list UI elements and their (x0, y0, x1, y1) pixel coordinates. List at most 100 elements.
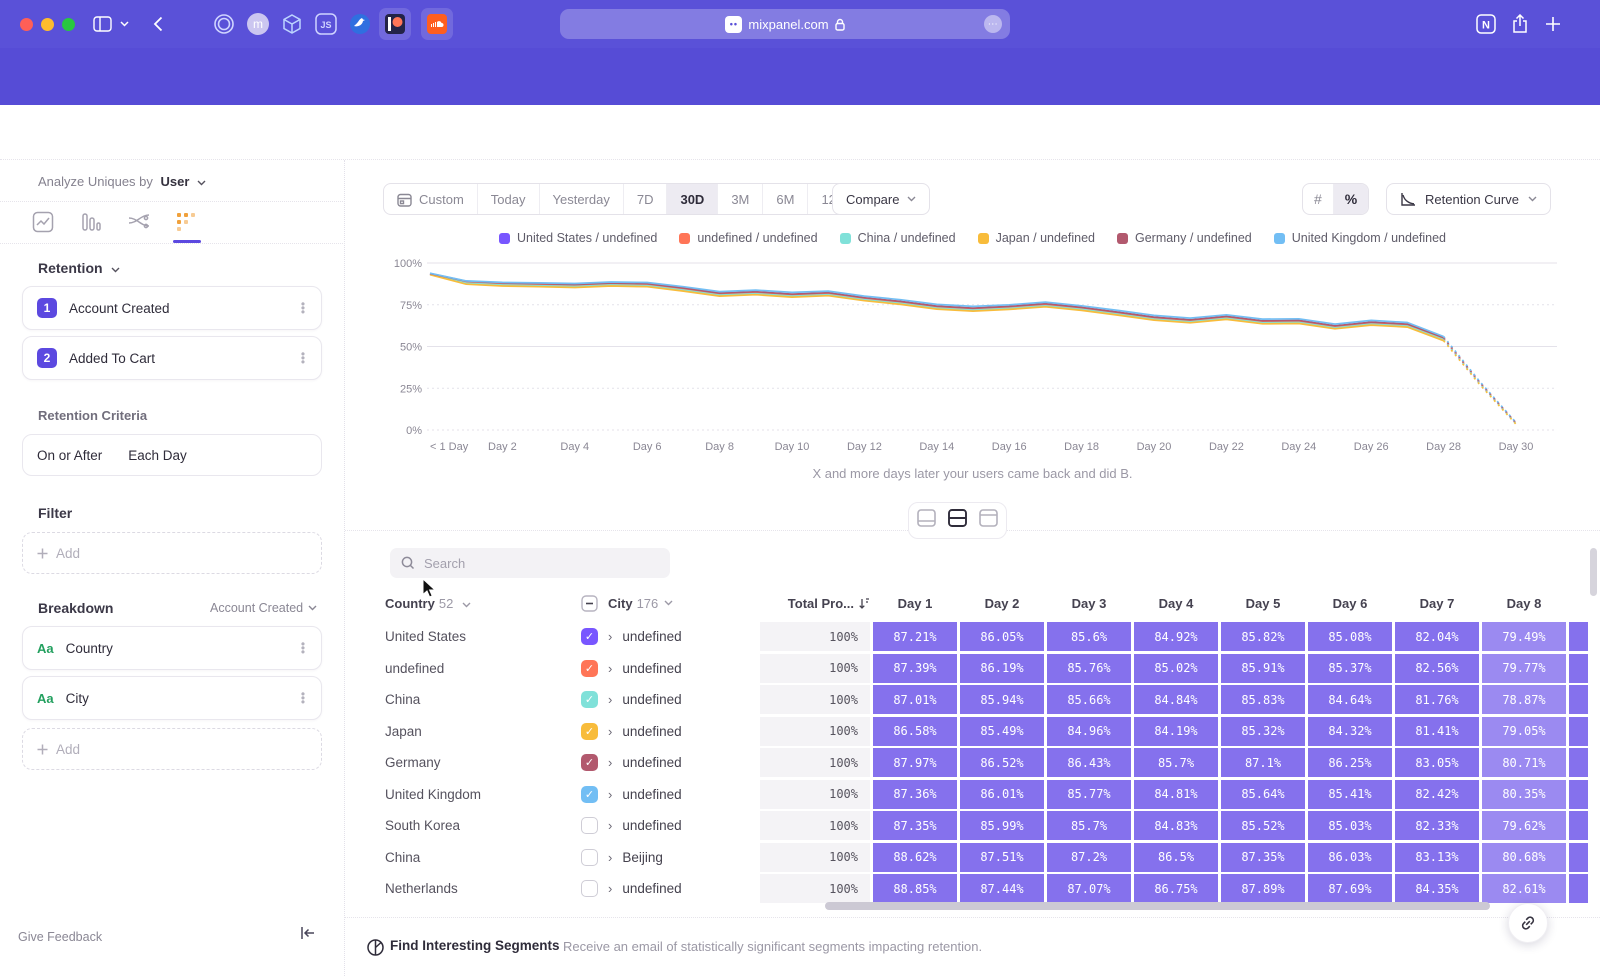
retention-cell[interactable]: 84.84% (1134, 685, 1218, 714)
close-window-button[interactable] (20, 18, 33, 31)
retention-cell[interactable]: 86.19% (960, 654, 1044, 683)
range-3m[interactable]: 3M (718, 184, 763, 214)
retention-cell[interactable]: 82.33% (1395, 811, 1479, 840)
collapse-sidebar-icon[interactable] (300, 926, 316, 945)
retention-cell[interactable]: 87.89% (1221, 874, 1305, 903)
tab-flows[interactable] (126, 207, 152, 237)
target-icon[interactable] (212, 12, 236, 36)
retention-cell[interactable]: 87.51% (960, 843, 1044, 872)
retention-cell[interactable]: 87.2% (1047, 843, 1131, 872)
horizontal-scrollbar[interactable] (825, 902, 1490, 910)
row-checkbox[interactable] (581, 849, 598, 866)
retention-cell[interactable]: 80.71% (1482, 748, 1566, 777)
m-avatar-icon[interactable]: m (246, 12, 270, 36)
retention-cell[interactable]: 86.75% (1134, 874, 1218, 903)
criteria-each-day[interactable]: Each Day (128, 448, 187, 463)
day-column-header[interactable]: Day 1 (873, 596, 957, 611)
retention-section-header[interactable]: Retention (38, 260, 120, 276)
retention-cell[interactable]: 80.35% (1482, 780, 1566, 809)
retention-cell[interactable]: 85.7% (1134, 748, 1218, 777)
retention-cell[interactable]: 87.07% (1047, 874, 1131, 903)
retention-cell[interactable]: 87.21% (873, 622, 957, 651)
retention-cell[interactable]: 88.85% (873, 874, 957, 903)
chart-type-selector[interactable]: Retention Curve (1386, 183, 1551, 215)
series-line[interactable] (1444, 337, 1516, 423)
legend-item[interactable]: Germany / undefined (1117, 231, 1252, 245)
analyze-value[interactable]: User (161, 174, 190, 189)
retention-cell[interactable]: 87.44% (960, 874, 1044, 903)
retention-cell[interactable]: 87.1% (1221, 748, 1305, 777)
kebab-menu-icon[interactable]: ••• (297, 352, 309, 364)
retention-cell[interactable]: 85.66% (1047, 685, 1131, 714)
retention-cell[interactable]: 79.77% (1482, 654, 1566, 683)
legend-item[interactable]: China / undefined (840, 231, 956, 245)
range-today[interactable]: Today (478, 184, 540, 214)
retention-cell[interactable]: 85.03% (1308, 811, 1392, 840)
notion-icon[interactable]: N (1474, 12, 1498, 36)
url-bar[interactable]: •• mixpanel.com ⋯ (560, 9, 1010, 39)
retention-cell[interactable]: 85.02% (1134, 654, 1218, 683)
retention-cell[interactable]: 87.69% (1308, 874, 1392, 903)
row-checkbox[interactable]: ✓ (581, 754, 598, 771)
chevron-down-icon[interactable] (117, 12, 131, 36)
share-link-floating-button[interactable] (1508, 903, 1548, 943)
retention-cell[interactable]: 86.05% (960, 622, 1044, 651)
range-30d[interactable]: 30D (667, 184, 718, 214)
expand-row-icon[interactable]: › (608, 661, 612, 676)
retention-cell[interactable]: 79.49% (1482, 622, 1566, 651)
row-checkbox[interactable] (581, 817, 598, 834)
retention-cell[interactable]: 82.56% (1395, 654, 1479, 683)
retention-cell[interactable]: 87.97% (873, 748, 957, 777)
retention-cell[interactable]: 85.32% (1221, 717, 1305, 746)
retention-cell[interactable]: 84.32% (1308, 717, 1392, 746)
tab-insights[interactable] (30, 207, 56, 237)
retention-cell[interactable]: 85.76% (1047, 654, 1131, 683)
row-checkbox[interactable]: ✓ (581, 691, 598, 708)
retention-cell[interactable]: 86.01% (960, 780, 1044, 809)
select-all-checkbox[interactable] (581, 595, 598, 612)
range-6m[interactable]: 6M (763, 184, 808, 214)
box-icon[interactable] (280, 12, 304, 36)
row-checkbox[interactable]: ✓ (581, 660, 598, 677)
expand-row-icon[interactable]: › (608, 787, 612, 802)
expand-row-icon[interactable]: › (608, 881, 612, 896)
retention-cell[interactable]: 84.81% (1134, 780, 1218, 809)
retention-cell[interactable]: 84.83% (1134, 811, 1218, 840)
expand-row-icon[interactable]: › (608, 818, 612, 833)
day-column-header[interactable]: Day 8 (1482, 596, 1566, 611)
soundcloud-icon[interactable] (421, 8, 453, 40)
table-search-input[interactable]: Search (390, 548, 670, 578)
retention-cell[interactable]: 84.19% (1134, 717, 1218, 746)
row-checkbox[interactable]: ✓ (581, 723, 598, 740)
patreon-icon[interactable] (379, 8, 411, 40)
retention-cell[interactable]: 82.04% (1395, 622, 1479, 651)
js-icon[interactable]: JS (314, 12, 338, 36)
share-icon[interactable] (1508, 12, 1532, 36)
add-filter-button[interactable]: Add (22, 532, 322, 574)
kebab-menu-icon[interactable]: ••• (297, 302, 309, 314)
expand-row-icon[interactable]: › (608, 850, 612, 865)
retention-cell[interactable]: 81.41% (1395, 717, 1479, 746)
back-button[interactable] (146, 12, 170, 36)
analyze-uniques-row[interactable]: Analyze Uniques by User (38, 174, 206, 189)
kebab-menu-icon[interactable]: ••• (297, 692, 309, 704)
count-mode-button[interactable]: # (1303, 184, 1334, 214)
day-column-header[interactable]: Day 7 (1395, 596, 1479, 611)
retention-cell[interactable]: 85.49% (960, 717, 1044, 746)
range-yesterday[interactable]: Yesterday (540, 184, 624, 214)
compare-button[interactable]: Compare (832, 183, 930, 215)
percent-mode-button[interactable]: % (1334, 184, 1368, 214)
retention-cell[interactable]: 86.58% (873, 717, 957, 746)
retention-cell[interactable]: 87.35% (873, 811, 957, 840)
retention-cell[interactable]: 87.36% (873, 780, 957, 809)
maximize-window-button[interactable] (62, 18, 75, 31)
new-tab-icon[interactable] (1541, 12, 1565, 36)
retention-cell[interactable]: 85.77% (1047, 780, 1131, 809)
retention-cell[interactable]: 88.62% (873, 843, 957, 872)
series-line[interactable] (1444, 338, 1516, 423)
expand-row-icon[interactable]: › (608, 755, 612, 770)
kebab-menu-icon[interactable]: ••• (297, 642, 309, 654)
minimize-window-button[interactable] (41, 18, 54, 31)
total-column-header[interactable]: Total Pro... (760, 596, 870, 611)
retention-cell[interactable]: 86.52% (960, 748, 1044, 777)
